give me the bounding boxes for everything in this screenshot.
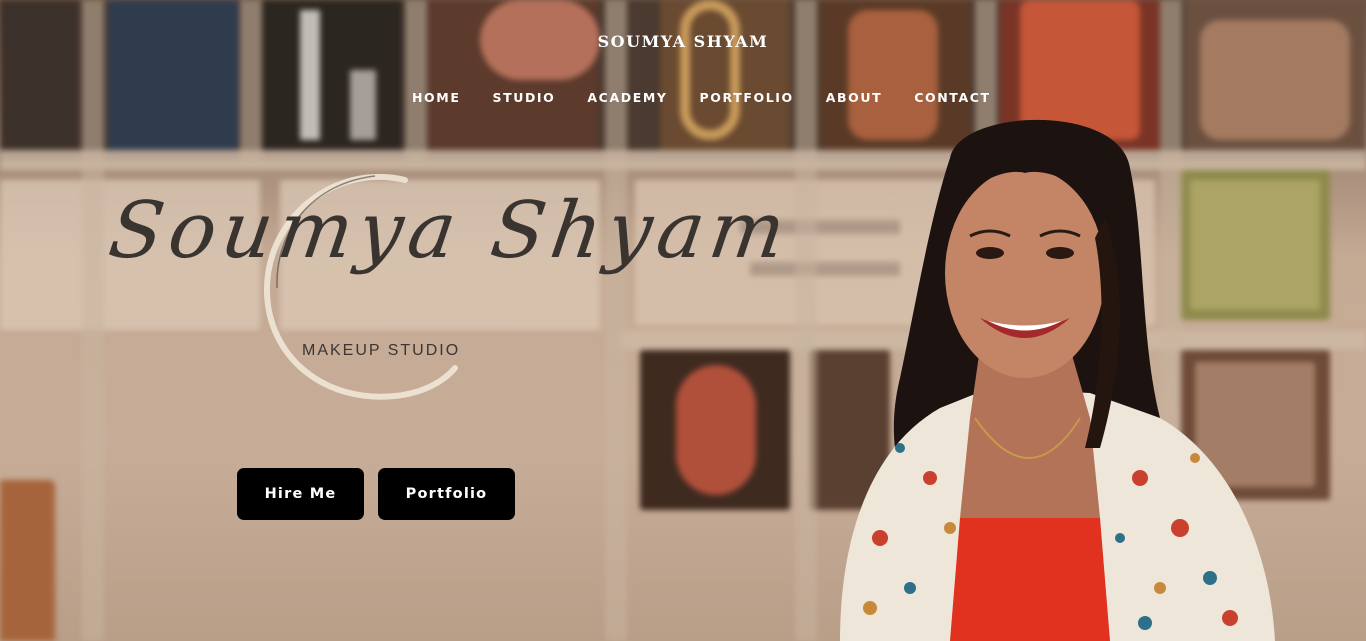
shelf-divider	[405, 0, 427, 160]
nav-portfolio[interactable]: PORTFOLIO	[700, 90, 794, 105]
nav-studio[interactable]: STUDIO	[492, 90, 555, 105]
studio-logo: Soumya Shyam MAKEUP STUDIO	[100, 168, 796, 413]
shelf-cubby	[262, 0, 402, 150]
shelf-cubby	[0, 0, 78, 150]
face	[945, 168, 1105, 378]
nav-contact[interactable]: CONTACT	[914, 90, 990, 105]
red-top	[950, 518, 1110, 641]
shelf-bottle	[300, 10, 320, 140]
right-eye	[1046, 247, 1074, 259]
nav-academy[interactable]: ACADEMY	[587, 90, 667, 105]
wall-photo-face	[676, 365, 756, 495]
portrait-photo	[840, 119, 1275, 641]
portfolio-button[interactable]: Portfolio	[378, 468, 515, 520]
nav-about[interactable]: ABOUT	[826, 90, 883, 105]
logo-script-text: Soumya Shyam	[103, 186, 797, 276]
furniture-edge	[0, 480, 55, 641]
hero-section: SOUMYA SHYAM HOME STUDIO ACADEMY PORTFOL…	[0, 0, 1366, 641]
logo-subtitle: MAKEUP STUDIO	[302, 342, 461, 359]
shelf-ring-decor	[680, 0, 740, 140]
site-brand[interactable]: SOUMYA SHYAM	[0, 32, 1366, 51]
nav-home[interactable]: HOME	[412, 90, 460, 105]
main-nav: HOME STUDIO ACADEMY PORTFOLIO ABOUT CONT…	[412, 90, 991, 105]
left-eye	[976, 247, 1004, 259]
shelf-cubby	[108, 0, 238, 150]
shelf-divider	[240, 0, 262, 160]
shelf-bottle	[350, 70, 376, 140]
hire-me-button[interactable]: Hire Me	[237, 468, 364, 520]
